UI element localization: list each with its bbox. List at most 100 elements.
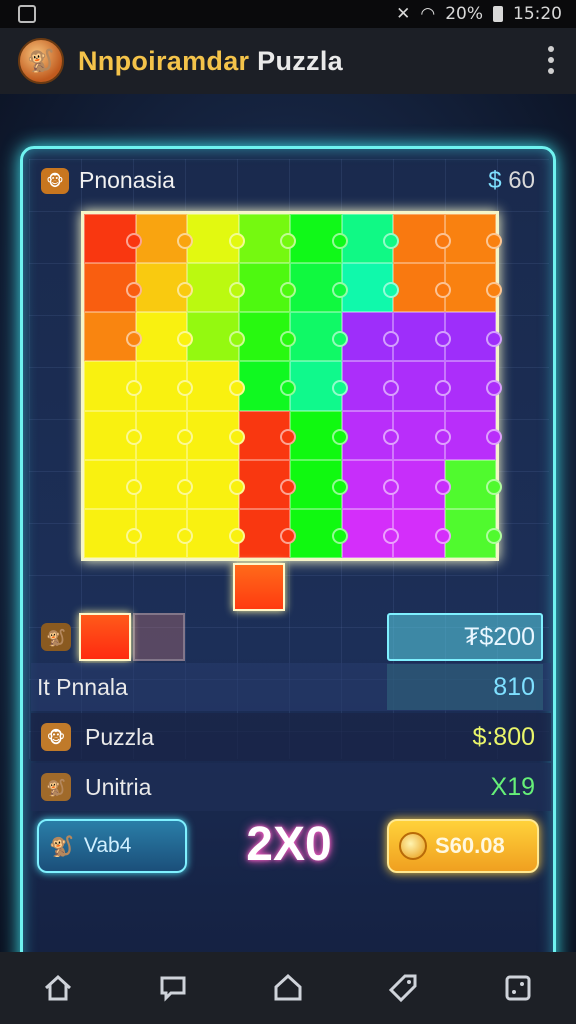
puzzle-piece[interactable] [444,312,502,362]
puzzle-piece[interactable] [187,214,244,264]
puzzle-piece[interactable] [84,459,141,509]
score-row: 🐵 Puzzla $:800 [31,713,551,761]
monkey-icon: 🐒 [41,773,71,801]
monkey-icon: 🐒 [41,623,71,651]
board-title: Pnonasia [79,167,175,193]
puzzle-piece[interactable] [341,312,399,362]
loose-piece[interactable] [233,563,285,611]
puzzle-piece[interactable] [444,361,502,411]
puzzle-piece[interactable] [135,263,193,313]
puzzle-piece[interactable] [238,263,296,313]
row-label: Unitria [85,773,152,800]
puzzle-piece[interactable] [238,508,296,558]
puzzle-piece[interactable] [238,312,296,362]
puzzle-piece[interactable] [84,410,141,460]
puzzle-piece[interactable] [84,312,141,362]
puzzle-piece[interactable] [187,361,244,411]
puzzle-piece[interactable] [290,459,347,509]
battery-percent: 20% [445,4,483,24]
monkey-icon: 🐒 [49,834,74,858]
puzzle-piece[interactable] [135,508,193,558]
tag-icon[interactable] [385,970,421,1006]
left-action-button[interactable]: 🐒 Vab4 [37,819,187,873]
puzzle-piece[interactable] [238,214,296,264]
score-row: It Pnnala 810 [31,663,551,711]
chat-icon[interactable] [155,970,191,1006]
puzzle-piece[interactable] [238,361,296,411]
mute-icon: ✕ [396,4,411,24]
app-bar: 🐒 Nnpoiramdar Puzzla [0,28,576,94]
row-value: $:800 [472,722,535,751]
puzzle-piece[interactable] [290,361,347,411]
puzzle-piece[interactable] [290,214,347,264]
row-value: 810 [493,672,535,701]
puzzle-piece[interactable] [444,459,502,509]
score-row: 🐒 ₮$200 [31,613,551,661]
left-action-label: Vab4 [83,834,132,857]
puzzle-frame: 🐵 Pnonasia $ 60 🐒 ₮$200 It Pnnala 810 🐵 … [20,146,556,990]
bottom-nav [0,952,576,1024]
clock: 15:20 [513,4,562,24]
monkey-icon: 🐵 [41,167,69,194]
puzzle-piece[interactable] [84,508,141,558]
puzzle-piece[interactable] [135,214,193,264]
puzzle-piece[interactable] [341,361,399,411]
puzzle-piece[interactable] [84,214,141,264]
puzzle-piece[interactable] [135,459,193,509]
puzzle-piece[interactable] [238,459,296,509]
puzzle-piece[interactable] [393,263,450,313]
row-value: X19 [490,772,535,801]
puzzle-piece[interactable] [393,361,450,411]
puzzle-piece[interactable] [341,459,399,509]
puzzle-piece[interactable] [341,214,399,264]
puzzle-piece[interactable] [135,361,193,411]
puzzle-piece[interactable] [135,312,193,362]
row-label: It Pnnala [37,673,128,700]
dice-icon[interactable] [500,970,536,1006]
puzzle-piece[interactable] [84,263,141,313]
puzzle-piece[interactable] [135,410,193,460]
coin-icon [399,832,427,860]
puzzle-piece[interactable] [393,459,450,509]
status-bar: ✕ ◠ 20% 15:20 [0,0,576,28]
score-row: 🐒 Unitria X19 [31,763,551,811]
puzzle-piece[interactable] [187,508,244,558]
puzzle-piece[interactable] [341,508,399,558]
overflow-menu-icon[interactable] [548,46,554,74]
right-action-label: S60.08 [435,833,505,858]
row-label: Puzzla [85,723,155,750]
puzzle-piece[interactable] [290,312,347,362]
screenshot-icon [18,5,36,23]
puzzle-piece[interactable] [393,312,450,362]
house-icon[interactable] [270,970,306,1006]
puzzle-piece[interactable] [444,508,502,558]
puzzle-piece[interactable] [444,214,502,264]
puzzle-piece[interactable] [444,410,502,460]
board-header: 🐵 Pnonasia [41,167,175,194]
puzzle-piece[interactable] [187,459,244,509]
home-icon[interactable] [40,970,76,1006]
monkey-icon: 🐵 [41,723,71,751]
puzzle-piece[interactable] [84,361,141,411]
puzzle-piece[interactable] [290,410,347,460]
app-title: Nnpoiramdar Puzzla [78,45,343,76]
puzzle-piece[interactable] [187,263,244,313]
puzzle-piece[interactable] [341,410,399,460]
puzzle-piece[interactable] [444,263,502,313]
right-action-button[interactable]: S60.08 [387,819,539,873]
puzzle-piece[interactable] [393,410,450,460]
puzzle-piece[interactable] [290,508,347,558]
puzzle-piece[interactable] [393,508,450,558]
app-logo-icon: 🐒 [18,38,64,84]
puzzle-piece[interactable] [187,410,244,460]
battery-icon [493,6,503,22]
puzzle-piece[interactable] [290,263,347,313]
puzzle-piece[interactable] [393,214,450,264]
multiplier-display: 2X0 [246,818,332,871]
puzzle-piece[interactable] [238,410,296,460]
board-score: $ 60 [488,167,535,194]
puzzle-piece[interactable] [341,263,399,313]
puzzle-piece[interactable] [187,312,244,362]
puzzle-board[interactable] [81,211,502,561]
wifi-icon: ◠ [420,4,436,24]
